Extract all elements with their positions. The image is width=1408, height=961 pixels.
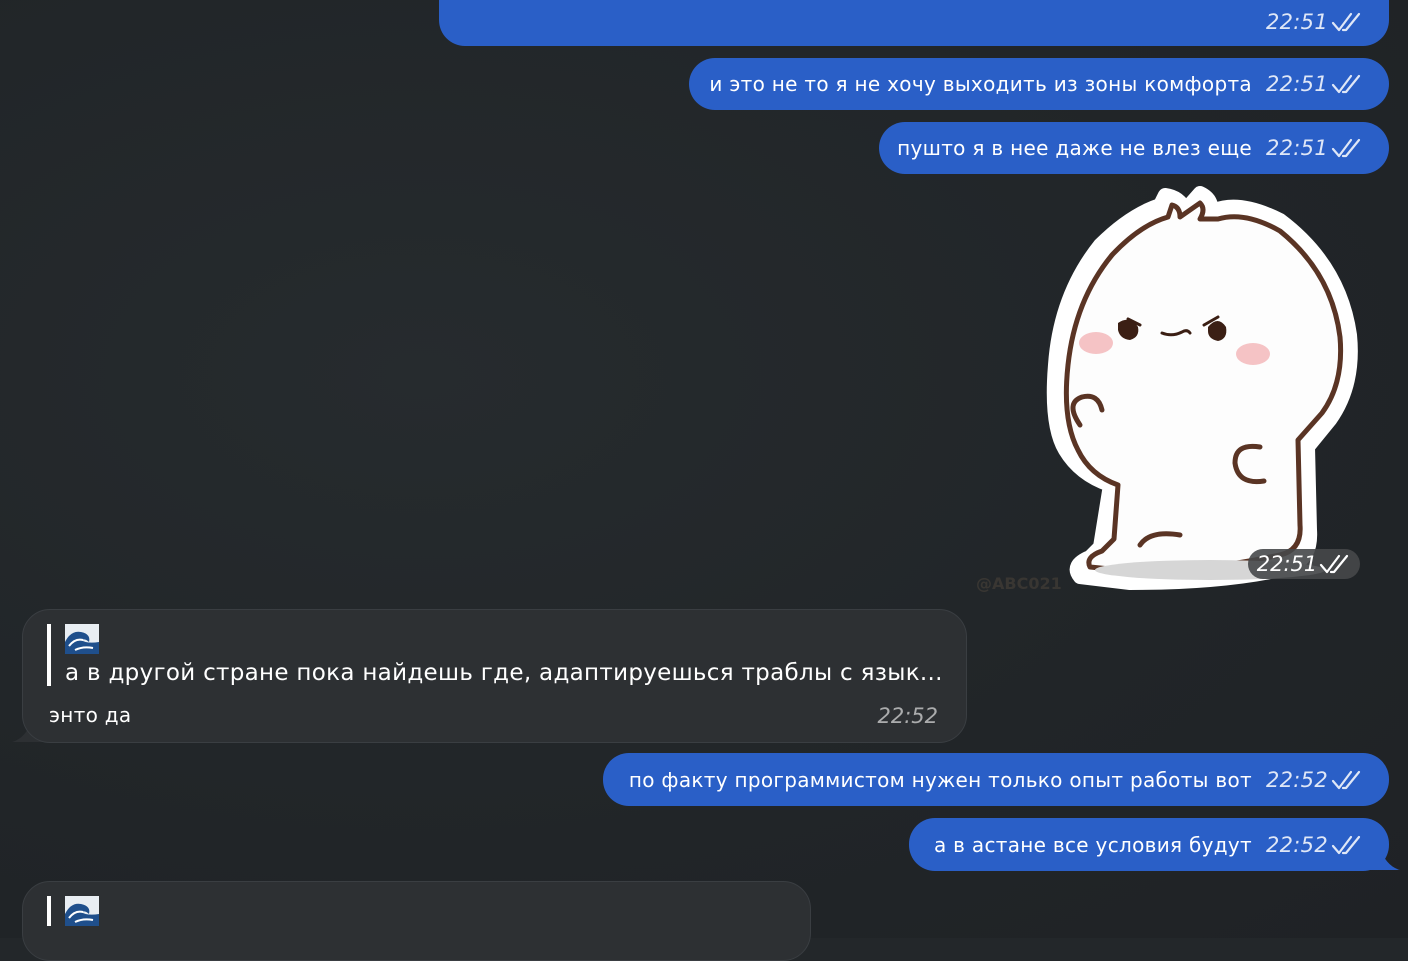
message-time: 22:51 — [1265, 72, 1328, 96]
message-meta: 22:52 — [1266, 768, 1363, 792]
chat-area[interactable]: 22:51 и это не то я не хочу выходить из … — [0, 0, 1408, 961]
sticker-meta: 22:51 — [1248, 549, 1360, 579]
bubble-tail-right — [1370, 848, 1400, 870]
outgoing-message[interactable]: по факту программистом нужен только опыт… — [603, 753, 1389, 806]
message-meta: 22:52 — [1266, 833, 1363, 857]
double-check-icon — [1320, 554, 1349, 574]
message-text: пушто я в нее даже не влез еще — [897, 136, 1252, 160]
message-text: энто да — [49, 703, 132, 727]
message-time: 22:51 — [1265, 136, 1328, 160]
incoming-message[interactable] — [22, 881, 811, 961]
message-text: по факту программистом нужен только опыт… — [628, 767, 1252, 792]
reply-quote[interactable] — [47, 896, 99, 926]
message-time: 22:52 — [1265, 767, 1328, 792]
message-time: 22:51 — [1256, 552, 1318, 576]
double-check-icon — [1331, 835, 1361, 854]
message-meta: 22:51 — [1266, 72, 1363, 96]
message-text: а в астане все условия будут — [933, 832, 1252, 857]
double-check-icon — [1331, 138, 1361, 158]
sticker-watermark: @ABC021 — [976, 574, 1062, 593]
double-check-icon — [1331, 74, 1361, 94]
message-time: 22:51 — [1265, 10, 1328, 34]
reply-quote[interactable]: а в другой стране пока найдешь где, адап… — [47, 624, 943, 686]
outgoing-message[interactable]: а в астане все условия будут 22:52 — [909, 818, 1389, 871]
message-meta: 22:51 — [1266, 136, 1363, 160]
message-time: 22:52 — [877, 704, 938, 728]
wave-emoji-icon — [65, 624, 99, 654]
double-check-icon — [1331, 12, 1361, 32]
outgoing-message[interactable]: пушто я в нее даже не влез еще 22:51 — [879, 122, 1389, 174]
sticker-image[interactable] — [1040, 185, 1360, 595]
outgoing-message[interactable]: и это не то я не хочу выходить из зоны к… — [689, 58, 1389, 110]
incoming-message[interactable]: а в другой стране пока найдешь где, адап… — [22, 609, 967, 743]
message-meta: 22:51 — [1266, 10, 1363, 34]
reply-quote-text: а в другой стране пока найдешь где, адап… — [65, 660, 943, 686]
message-text: и это не то я не хочу выходить из зоны к… — [709, 72, 1252, 96]
wave-emoji-icon — [65, 896, 99, 926]
outgoing-message[interactable]: 22:51 — [439, 0, 1389, 46]
message-time: 22:52 — [1265, 832, 1328, 857]
double-check-icon — [1331, 770, 1361, 789]
